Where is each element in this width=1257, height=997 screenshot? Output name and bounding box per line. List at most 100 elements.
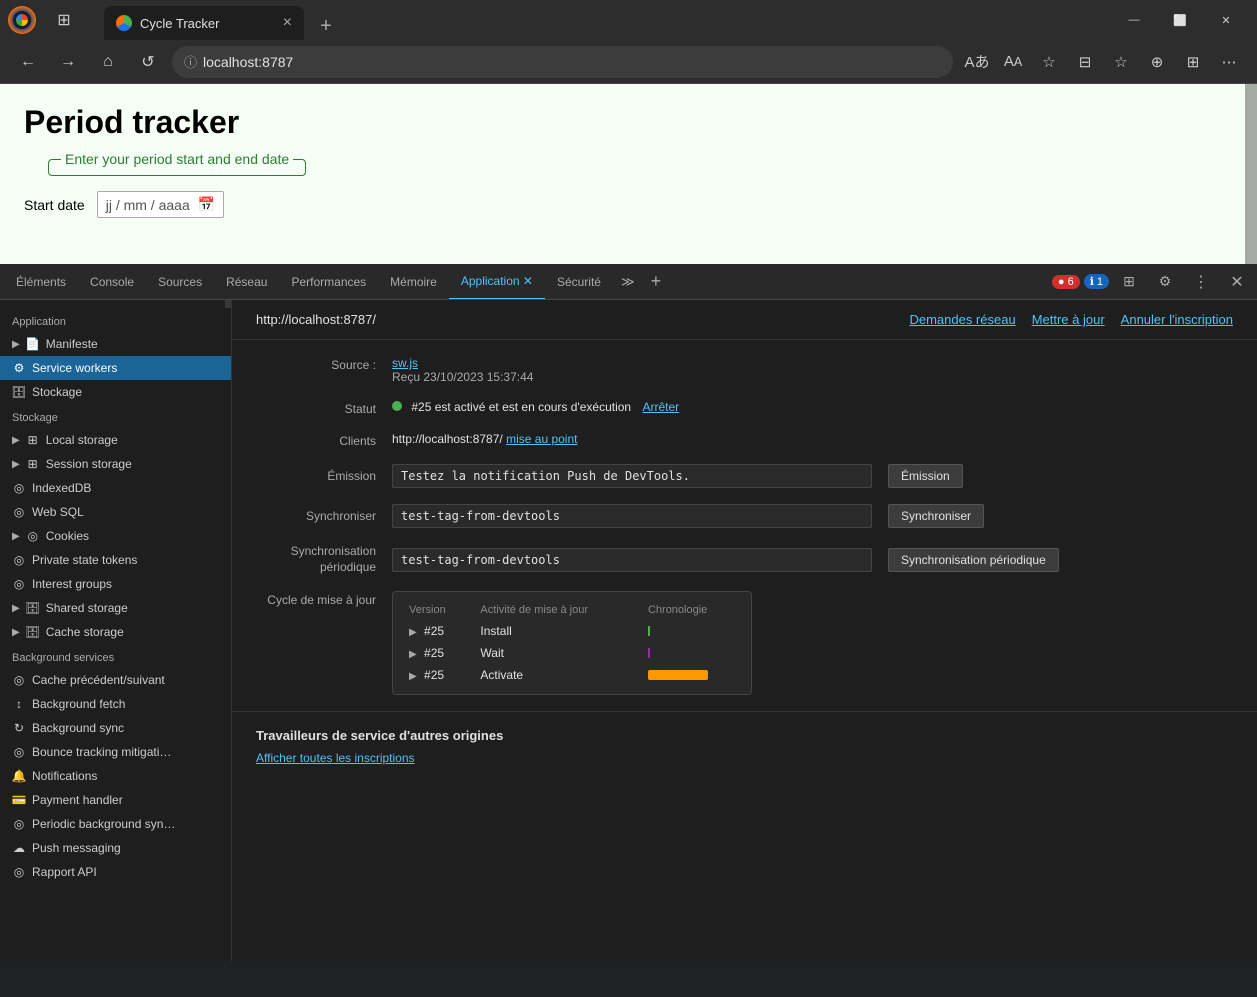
new-tab-button[interactable]: + xyxy=(312,12,340,40)
private-state-label: Private state tokens xyxy=(32,553,137,567)
add-tab-button[interactable]: + xyxy=(643,271,670,292)
tab-performances[interactable]: Performances xyxy=(279,264,378,300)
home-button[interactable]: ⌂ xyxy=(92,46,124,78)
sidebar-item-rapport[interactable]: ◎ Rapport API xyxy=(0,860,231,884)
devtools-close-icon[interactable]: ✕ xyxy=(1221,266,1253,298)
collections-icon[interactable]: ⊕ xyxy=(1141,46,1173,78)
page-content-area: Period tracker Enter your period start a… xyxy=(0,84,1257,264)
tab-memoire[interactable]: Mémoire xyxy=(378,264,449,300)
active-tab[interactable]: Cycle Tracker × xyxy=(104,6,304,40)
source-file-link[interactable]: sw.js xyxy=(392,356,418,370)
periodic-sync-input[interactable] xyxy=(392,548,872,572)
date-input[interactable]: jj / mm / aaaa 📅 xyxy=(97,191,224,218)
sync-button[interactable]: Synchroniser xyxy=(888,504,984,528)
sidebar-item-session-storage[interactable]: ▶ ⊞ Session storage xyxy=(0,452,231,476)
sidebar-item-private-state[interactable]: ◎ Private state tokens xyxy=(0,548,231,572)
font-icon[interactable]: AA xyxy=(997,46,1029,78)
status-text: #25 est activé et est en cours d'exécuti… xyxy=(411,400,631,414)
tab-favicon xyxy=(116,15,132,31)
session-storage-label: Session storage xyxy=(46,457,132,471)
tab-reseau[interactable]: Réseau xyxy=(214,264,279,300)
sidebar-item-manifeste[interactable]: ▶ 📄 Manifeste xyxy=(0,332,231,356)
tab-console[interactable]: Console xyxy=(78,264,146,300)
devtools-settings-icon[interactable]: ⚙ xyxy=(1149,266,1181,298)
refresh-button[interactable]: ↺ xyxy=(132,46,164,78)
sidebar-item-notifications[interactable]: 🔔 Notifications xyxy=(0,764,231,788)
unregister-link[interactable]: Annuler l'inscription xyxy=(1121,312,1233,327)
devtools-network-icon[interactable]: ⊞ xyxy=(1113,266,1145,298)
interest-groups-label: Interest groups xyxy=(32,577,112,591)
address-bar[interactable]: ⓘ localhost:8787 xyxy=(172,46,953,78)
sidebar-item-bg-fetch[interactable]: ↕ Background fetch xyxy=(0,692,231,716)
received-value: Reçu 23/10/2023 15:37:44 xyxy=(392,370,533,384)
extensions-menu-icon[interactable]: ⊞ xyxy=(1177,46,1209,78)
more-tabs-button[interactable]: ≫ xyxy=(613,274,643,290)
sidebar-item-bg-sync[interactable]: ↻ Background sync xyxy=(0,716,231,740)
page-scrollbar[interactable] xyxy=(1245,84,1257,264)
sync-label: Synchroniser xyxy=(256,509,376,523)
bounce-label: Bounce tracking mitigati… xyxy=(32,745,171,759)
sidebar-item-websql[interactable]: ◎ Web SQL xyxy=(0,500,231,524)
sidebar-item-local-storage[interactable]: ▶ ⊞ Local storage xyxy=(0,428,231,452)
translate-icon[interactable]: Aあ xyxy=(961,46,993,78)
devtools-sidebar: Application ▶ 📄 Manifeste ⚙ Service work… xyxy=(0,300,232,961)
sidebar-item-bounce[interactable]: ◎ Bounce tracking mitigati… xyxy=(0,740,231,764)
expand-activate[interactable]: ▶ xyxy=(409,671,417,682)
split-view-icon[interactable]: ⊟ xyxy=(1069,46,1101,78)
sidebar-item-cookies[interactable]: ▶ ◎ Cookies xyxy=(0,524,231,548)
timeline-activate-bar xyxy=(648,670,708,680)
devtools-more-icon[interactable]: ⋮ xyxy=(1185,266,1217,298)
tab-application[interactable]: Application ✕ xyxy=(449,264,545,300)
clients-url: http://localhost:8787/ xyxy=(392,432,503,446)
table-row: ▶ #25 Activate xyxy=(401,664,743,686)
circle-icon-interest: ◎ xyxy=(12,577,26,591)
emission-input[interactable] xyxy=(392,464,872,488)
expand-install[interactable]: ▶ xyxy=(409,627,417,638)
sidebar-item-cache-storage[interactable]: ▶ 🗄 Cache storage xyxy=(0,620,231,644)
minimize-button[interactable]: — xyxy=(1111,0,1157,40)
sidebar-item-stockage[interactable]: 🗄 Stockage xyxy=(0,380,231,404)
maximize-button[interactable]: ⬜ xyxy=(1157,0,1203,40)
back-button[interactable]: ← xyxy=(12,46,44,78)
forward-button[interactable]: → xyxy=(52,46,84,78)
sidebar-item-indexeddb[interactable]: ◎ IndexedDB xyxy=(0,476,231,500)
sidebar-item-shared-storage[interactable]: ▶ 🗄 Shared storage xyxy=(0,596,231,620)
th-activity: Activité de mise à jour xyxy=(472,600,640,620)
calendar-icon[interactable]: 📅 xyxy=(198,196,215,213)
extensions-icon[interactable]: ⊞ xyxy=(48,4,80,36)
sidebar-item-periodic-bg[interactable]: ◎ Periodic background syn… xyxy=(0,812,231,836)
sw-content: Source : sw.js Reçu 23/10/2023 15:37:44 … xyxy=(232,340,1257,711)
expand-wait[interactable]: ▶ xyxy=(409,649,417,660)
network-requests-link[interactable]: Demandes réseau xyxy=(909,312,1015,327)
clients-debug-link[interactable]: mise au point xyxy=(506,432,577,446)
stop-link[interactable]: Arrêter xyxy=(642,400,679,414)
bg-sync-label: Background sync xyxy=(32,721,124,735)
show-all-link[interactable]: Afficher toutes les inscriptions xyxy=(256,751,1233,765)
sidebar-item-service-workers[interactable]: ⚙ Service workers xyxy=(0,356,231,380)
menu-button[interactable]: ⋯ xyxy=(1213,46,1245,78)
favorites-icon[interactable]: ☆ xyxy=(1105,46,1137,78)
shared-storage-label: Shared storage xyxy=(46,601,128,615)
box-icon-cache: 🗄 xyxy=(26,625,40,639)
tab-close-button[interactable]: × xyxy=(283,15,292,31)
sidebar-item-cache-prev[interactable]: ◎ Cache précédent/suivant xyxy=(0,668,231,692)
sync-input[interactable] xyxy=(392,504,872,528)
tab-sources[interactable]: Sources xyxy=(146,264,214,300)
update-cycle-table: Version Activité de mise à jour Chronolo… xyxy=(392,591,752,695)
expand-arrow-shared: ▶ xyxy=(12,603,20,614)
clients-label: Clients xyxy=(256,432,376,448)
tab-securite[interactable]: Sécurité xyxy=(545,264,613,300)
update-link[interactable]: Mettre à jour xyxy=(1032,312,1105,327)
section-application-title: Application xyxy=(0,308,231,332)
tab-elements[interactable]: Éléments xyxy=(4,264,78,300)
emission-button[interactable]: Émission xyxy=(888,464,963,488)
circle-icon-rapport: ◎ xyxy=(12,865,26,879)
star-icon[interactable]: ☆ xyxy=(1033,46,1065,78)
sidebar-item-payment[interactable]: 💳 Payment handler xyxy=(0,788,231,812)
sidebar-item-push[interactable]: ☁ Push messaging xyxy=(0,836,231,860)
expand-arrow-cookies: ▶ xyxy=(12,531,20,542)
sidebar-item-interest-groups[interactable]: ◎ Interest groups xyxy=(0,572,231,596)
periodic-sync-button[interactable]: Synchronisation périodique xyxy=(888,548,1059,572)
update-table: Version Activité de mise à jour Chronolo… xyxy=(401,600,743,686)
close-button[interactable]: ✕ xyxy=(1203,0,1249,40)
